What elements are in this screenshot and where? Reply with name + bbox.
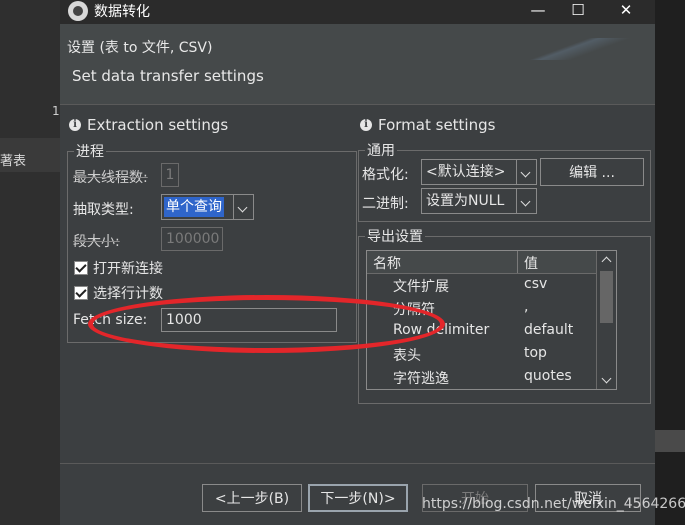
table-row[interactable]: 表头 top: [367, 344, 616, 367]
export-settings-table[interactable]: 名称 值 文件扩展 csv 分隔符 , Row delimiter defaul…: [366, 250, 617, 390]
process-group-label: 进程: [76, 144, 104, 160]
info-icon: i: [360, 119, 372, 131]
background-number: 1: [52, 104, 60, 118]
row-value: default: [524, 322, 574, 338]
format-settings-label: Format settings: [378, 116, 496, 134]
max-threads-label: 最大线程数:: [73, 170, 148, 186]
edit-button[interactable]: 编辑 ...: [540, 158, 644, 186]
column-header-name[interactable]: 名称: [373, 253, 401, 273]
format-settings-title: i Format settings: [360, 116, 495, 134]
extract-type-select[interactable]: 单个查询: [161, 194, 254, 220]
page-title: 设置 (表 to 文件, CSV): [67, 40, 213, 56]
open-new-connection-checkbox[interactable]: [74, 261, 88, 275]
row-value: top: [524, 345, 547, 361]
next-button[interactable]: 下一步(N)>: [308, 484, 408, 512]
binary-select[interactable]: 设置为NULL: [421, 188, 537, 214]
row-name: 表头: [393, 348, 421, 364]
app-icon: [68, 1, 88, 21]
extract-type-value: 单个查询: [164, 197, 224, 217]
scroll-down-icon[interactable]: [601, 373, 612, 384]
formatting-value: <默认连接>: [426, 164, 506, 180]
column-divider[interactable]: [517, 251, 518, 273]
data-transfer-dialog: 数据转化 — ☐ ✕ 设置 (表 to 文件, CSV) Set data tr…: [60, 0, 685, 525]
table-header: 名称 值: [367, 251, 616, 274]
table-row[interactable]: 字符逃逸 quotes: [367, 367, 616, 389]
segment-size-input[interactable]: 100000: [161, 227, 223, 251]
formatting-label: 格式化:: [362, 167, 409, 183]
open-new-connection-label: 打开新连接: [93, 261, 163, 277]
select-row-count-label: 选择行计数: [93, 286, 163, 302]
chevron-down-icon: [516, 189, 536, 213]
background-text: 著表: [0, 154, 27, 169]
wizard-header: 设置 (表 to 文件, CSV) Set data transfer sett…: [60, 24, 655, 105]
table-row[interactable]: 文件扩展 csv: [367, 275, 616, 298]
row-value: quotes: [524, 368, 572, 384]
watermark-text: https://blog.csdn.net/weixin_45642669: [422, 496, 685, 512]
chevron-down-icon: [233, 195, 253, 219]
extraction-settings-label: Extraction settings: [87, 116, 229, 134]
fetch-size-label: Fetch size:: [73, 312, 148, 328]
info-icon: i: [69, 119, 81, 131]
row-value: ,: [524, 299, 529, 315]
fetch-size-input[interactable]: 1000: [161, 308, 337, 332]
general-group-label: 通用: [367, 143, 395, 159]
maximize-button[interactable]: ☐: [555, 0, 601, 24]
window-title: 数据转化: [94, 4, 150, 20]
segment-size-label: 段大小:: [73, 234, 120, 250]
table-scrollbar[interactable]: [596, 251, 616, 389]
close-button[interactable]: ✕: [603, 0, 649, 24]
scroll-up-icon[interactable]: [601, 256, 612, 267]
formatting-select[interactable]: <默认连接>: [421, 159, 537, 185]
binary-label: 二进制:: [362, 196, 409, 212]
row-value: csv: [524, 276, 548, 292]
select-row-count-checkbox[interactable]: [74, 286, 88, 300]
title-bar[interactable]: 数据转化 — ☐ ✕: [60, 0, 655, 24]
table-row[interactable]: Row delimiter default: [367, 321, 616, 344]
export-settings-label: 导出设置: [367, 229, 423, 245]
page-subtitle: Set data transfer settings: [72, 67, 264, 85]
extract-type-label: 抽取类型:: [73, 202, 134, 218]
background-right-panel: [655, 0, 685, 525]
max-threads-input[interactable]: 1: [161, 163, 179, 187]
back-button[interactable]: <上一步(B): [202, 484, 302, 512]
background-block: [655, 430, 685, 452]
extraction-settings-title: i Extraction settings: [69, 116, 228, 134]
table-row[interactable]: 分隔符 ,: [367, 298, 616, 321]
header-decoration: [505, 38, 655, 60]
row-name: 文件扩展: [393, 279, 449, 295]
chevron-down-icon: [516, 160, 536, 184]
column-header-value[interactable]: 值: [524, 253, 538, 273]
footer-divider: [60, 463, 655, 464]
row-name: 字符逃逸: [393, 371, 449, 387]
background-ide-panel: 1 著表: [0, 0, 60, 525]
row-name: Row delimiter: [393, 322, 490, 338]
binary-value: 设置为NULL: [426, 193, 505, 209]
scrollbar-thumb[interactable]: [600, 271, 613, 323]
row-name: 分隔符: [393, 302, 435, 318]
